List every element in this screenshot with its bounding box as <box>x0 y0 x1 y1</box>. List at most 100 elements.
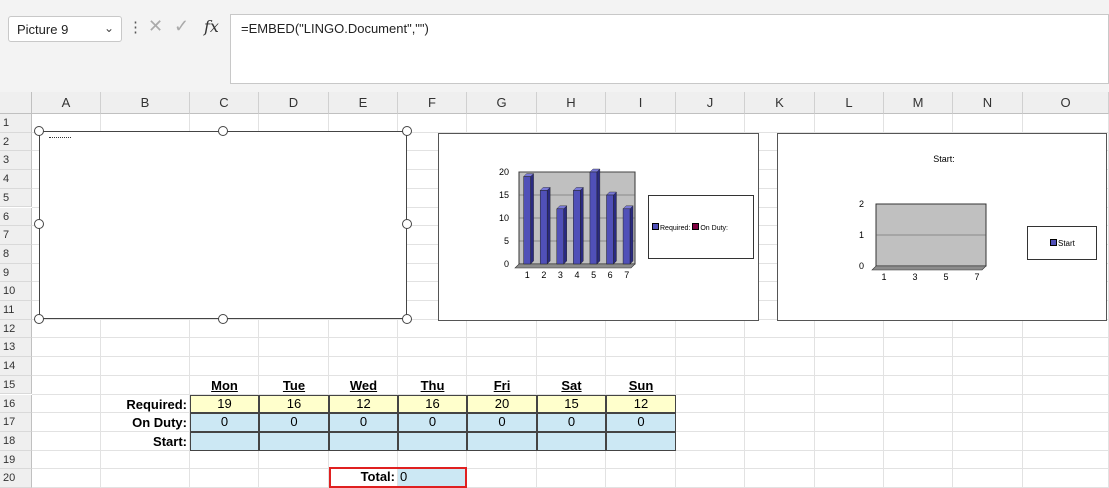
bar-required <box>589 171 598 265</box>
column-header-m[interactable]: M <box>884 92 953 114</box>
column-header-e[interactable]: E <box>329 92 398 114</box>
insert-function-icon[interactable]: fx <box>204 17 219 36</box>
row-header-18[interactable]: 18 <box>0 431 32 451</box>
required-cell[interactable]: 12 <box>606 394 676 414</box>
resize-handle[interactable] <box>218 314 228 324</box>
selected-picture-object[interactable] <box>39 131 407 319</box>
y-tick-label: 0 <box>504 259 509 269</box>
gridline <box>32 337 1109 339</box>
chart-frame-start[interactable]: Start: 0 1 2 1 3 5 7 Start <box>777 133 1107 321</box>
chart-title: Start: <box>933 154 955 164</box>
row-header-19[interactable]: 19 <box>0 450 32 470</box>
resize-handle[interactable] <box>34 126 44 136</box>
resize-handle[interactable] <box>34 314 44 324</box>
cancel-icon[interactable]: ✕ <box>148 16 163 37</box>
row-header-14[interactable]: 14 <box>0 357 32 376</box>
required-cell[interactable]: 16 <box>259 394 329 414</box>
column-header-b[interactable]: B <box>101 92 190 114</box>
bar-required <box>556 208 564 265</box>
chevron-down-icon[interactable]: ⌄ <box>104 21 114 35</box>
onduty-cell[interactable]: 0 <box>190 413 259 432</box>
y-tick-label: 1 <box>859 230 864 240</box>
required-cell[interactable]: 15 <box>537 394 606 414</box>
row-header-15[interactable]: 15 <box>0 375 32 395</box>
column-header-l[interactable]: L <box>815 92 884 114</box>
bar-side <box>629 205 634 265</box>
column-header-i[interactable]: I <box>606 92 676 114</box>
column-header-j[interactable]: J <box>676 92 745 114</box>
onduty-cell[interactable]: 0 <box>606 413 676 432</box>
row-header-2[interactable]: 2 <box>0 132 32 152</box>
enter-check-icon[interactable]: ✓ <box>174 16 189 37</box>
required-cell[interactable]: 20 <box>467 394 537 414</box>
onduty-cell[interactable]: 0 <box>537 413 606 432</box>
name-box[interactable]: Picture 9 ⌄ <box>8 16 122 42</box>
row-header-11[interactable]: 11 <box>0 301 32 320</box>
onduty-cell[interactable]: 0 <box>467 413 537 432</box>
row-header-7[interactable]: 7 <box>0 226 32 245</box>
gridline <box>32 374 1109 376</box>
row-header-20[interactable]: 20 <box>0 469 32 488</box>
x-tick-label: 4 <box>574 270 579 280</box>
bar-required <box>622 208 631 265</box>
row-header-1[interactable]: 1 <box>0 114 32 133</box>
chart-frame[interactable]: 0 5 10 15 20 1 2 3 4 5 6 7 Required: On Duty: <box>438 133 759 321</box>
column-header-h[interactable]: H <box>537 92 606 114</box>
resize-handle[interactable] <box>402 314 412 324</box>
start-cell[interactable] <box>190 431 259 451</box>
resize-handle[interactable] <box>402 219 412 229</box>
start-cell[interactable] <box>259 431 329 451</box>
column-header-d[interactable]: D <box>259 92 329 114</box>
column-header-f[interactable]: F <box>398 92 467 114</box>
formula-input[interactable]: =EMBED("LINGO.Document","") <box>230 14 1109 84</box>
row-header-4[interactable]: 4 <box>0 170 32 189</box>
onduty-cell[interactable]: 0 <box>398 413 467 432</box>
onduty-cell[interactable]: 0 <box>329 413 398 432</box>
onduty-cell[interactable]: 0 <box>259 413 329 432</box>
more-options-icon[interactable]: ⋮ <box>128 18 143 36</box>
start-cell[interactable] <box>467 431 537 451</box>
row-label-start: Start: <box>153 433 187 449</box>
formula-text: =EMBED("LINGO.Document","") <box>241 21 429 36</box>
row-header-16[interactable]: 16 <box>0 394 32 414</box>
column-header-a[interactable]: A <box>32 92 101 114</box>
resize-handle[interactable] <box>402 126 412 136</box>
resize-handle[interactable] <box>34 219 44 229</box>
row-header-5[interactable]: 5 <box>0 188 32 208</box>
column-header-c[interactable]: C <box>190 92 259 114</box>
row-header-10[interactable]: 10 <box>0 282 32 301</box>
row-header-9[interactable]: 9 <box>0 263 32 283</box>
bar-side <box>580 186 584 265</box>
row-header-12[interactable]: 12 <box>0 319 32 339</box>
select-all-corner[interactable] <box>0 92 32 114</box>
gridline <box>32 356 1109 358</box>
legend-text: Start <box>1058 239 1075 248</box>
row-header-3[interactable]: 3 <box>0 151 32 171</box>
column-header-n[interactable]: N <box>953 92 1023 114</box>
row-label-onduty: On Duty: <box>132 415 187 431</box>
legend-entry-start: Start <box>1050 239 1075 248</box>
row-header-17[interactable]: 17 <box>0 413 32 432</box>
column-header-k[interactable]: K <box>745 92 815 114</box>
x-tick-label: 6 <box>608 270 613 280</box>
resize-handle[interactable] <box>218 126 228 136</box>
start-cell[interactable] <box>606 431 676 451</box>
x-tick-label: 3 <box>912 272 917 282</box>
start-cell[interactable] <box>329 431 398 451</box>
x-tick-label: 1 <box>525 270 530 280</box>
start-cell[interactable] <box>398 431 467 451</box>
gridline <box>32 468 1109 470</box>
required-cell[interactable]: 12 <box>329 394 398 414</box>
row-header-8[interactable]: 8 <box>0 244 32 264</box>
row-header-13[interactable]: 13 <box>0 338 32 358</box>
start-cell[interactable] <box>537 431 606 451</box>
picture-placeholder-mark <box>49 137 71 139</box>
required-cell[interactable]: 16 <box>398 394 467 414</box>
row-header-6[interactable]: 6 <box>0 207 32 227</box>
required-cell[interactable]: 19 <box>190 394 259 414</box>
column-header-g[interactable]: G <box>467 92 537 114</box>
total-value-cell[interactable]: 0 <box>398 467 467 488</box>
x-tick-label: 7 <box>974 272 979 282</box>
column-header-o[interactable]: O <box>1023 92 1109 114</box>
y-tick-label: 10 <box>499 213 509 223</box>
